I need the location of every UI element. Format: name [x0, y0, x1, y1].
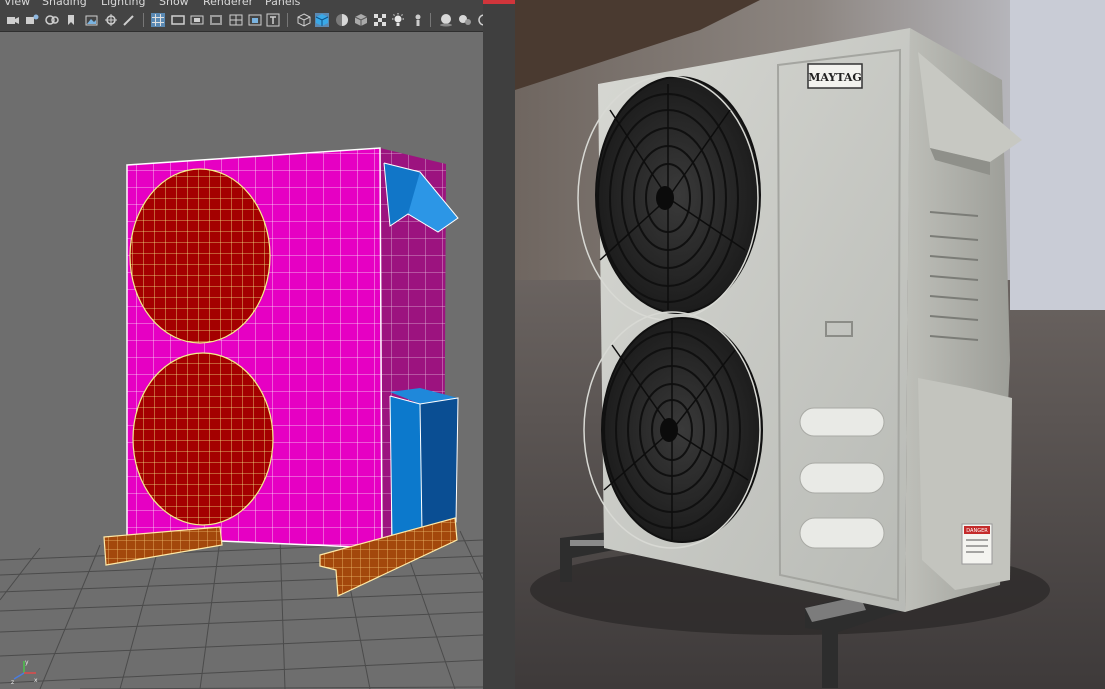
toolbar-separator [430, 13, 431, 27]
default-material-icon[interactable] [335, 13, 349, 27]
panel-divider[interactable] [483, 0, 515, 689]
axis-gizmo: y z x [11, 659, 38, 685]
vent-hood-mesh[interactable] [383, 162, 459, 233]
safe-action-icon[interactable] [248, 13, 262, 27]
menu-renderer[interactable]: Renderer [203, 0, 253, 8]
viewport-menubar: View Shading Lighting Show Renderer Pane… [0, 0, 483, 9]
gate-mask-icon[interactable] [209, 13, 223, 27]
safe-title-icon[interactable] [266, 13, 280, 27]
field-chart-icon[interactable] [229, 13, 243, 27]
menu-show[interactable]: Show [159, 0, 189, 8]
warning-sticker-text: DANGER [966, 528, 988, 534]
camera-icon[interactable] [6, 13, 20, 27]
smooth-shade-icon[interactable] [315, 13, 329, 27]
toolbar-separator [143, 13, 144, 27]
grid-icon[interactable] [151, 13, 165, 27]
use-all-lights-icon[interactable] [391, 13, 405, 27]
menu-lighting[interactable]: Lighting [101, 0, 145, 8]
camera-select-icon[interactable] [45, 13, 59, 27]
menu-shading[interactable]: Shading [42, 0, 87, 8]
toolbar-separator [287, 13, 288, 27]
wireframe-icon[interactable] [297, 13, 311, 27]
checker-icon[interactable] [373, 13, 387, 27]
isolate-select-icon[interactable] [458, 13, 472, 27]
brand-label: MAYTAG [807, 63, 863, 89]
textured-icon[interactable] [354, 13, 368, 27]
bookmark-icon[interactable] [64, 13, 78, 27]
left-stand-mesh[interactable] [103, 526, 223, 566]
axis-y-label: y [25, 659, 29, 666]
pencil-icon[interactable] [122, 13, 136, 27]
axis-x-label: x [34, 677, 38, 684]
reference-photo: MAYTAG DANGER [515, 0, 1105, 689]
axis-z-label: z [11, 679, 14, 685]
brand-label-text: MAYTAG [808, 71, 862, 84]
viewport-toolbar [0, 9, 483, 32]
menu-panels[interactable]: Panels [265, 0, 300, 8]
image-plane-icon[interactable] [85, 13, 99, 27]
ambient-occlusion-icon[interactable] [439, 13, 453, 27]
menu-view[interactable]: View [4, 0, 30, 8]
panel-divider-accent [483, 0, 515, 4]
camera-attributes-icon[interactable] [25, 13, 39, 27]
service-box-mesh[interactable] [389, 388, 459, 539]
resolution-gate-icon[interactable] [190, 13, 204, 27]
maya-viewport[interactable]: View Shading Lighting Show Renderer Pane… [0, 0, 483, 689]
shadows-icon[interactable] [411, 13, 425, 27]
viewport-scene[interactable] [0, 31, 483, 689]
film-gate-icon[interactable] [171, 13, 185, 27]
warning-sticker: DANGER [961, 523, 993, 565]
grease-pencil-icon[interactable] [104, 13, 118, 27]
